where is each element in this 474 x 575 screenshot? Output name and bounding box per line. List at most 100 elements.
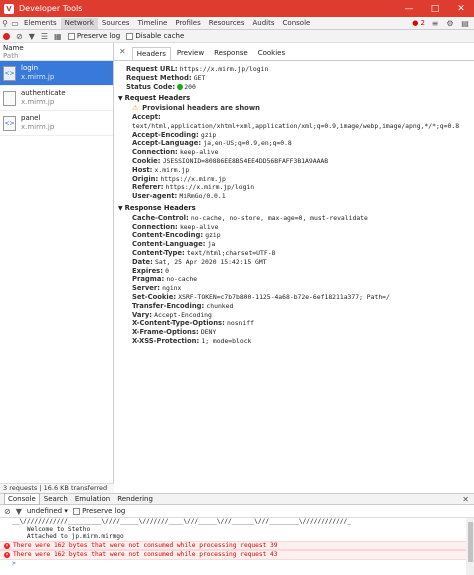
error-count: 2 — [420, 19, 425, 27]
request-host: x.mirm.jp — [21, 73, 55, 81]
console-error-line: × There were 162 bytes that were not cons… — [0, 540, 474, 551]
header-value: https://x.mirm.jp — [160, 174, 226, 183]
tab-timeline[interactable]: Timeline — [134, 18, 172, 29]
console-toolbar: ⊘ ▼ undefined ▾ Preserve log — [0, 505, 474, 518]
request-details: ✕ Headers Preview Response Cookies Reque… — [114, 43, 474, 493]
header-key: Set-Cookie: — [132, 292, 177, 301]
header-value: Sat, 25 Apr 2020 15:42:15 GMT — [154, 257, 267, 266]
scrollbar-thumb[interactable] — [468, 522, 473, 562]
drawer-tab-console[interactable]: Console — [4, 493, 40, 505]
drawer-tab-search[interactable]: Search — [41, 494, 71, 504]
warning-icon: ⚠ — [132, 104, 139, 113]
console-error-text: There were 162 bytes that were not consu… — [13, 541, 278, 549]
console-line: Welcome to Stetho — [12, 525, 91, 533]
header-value: JSESSIONID=80886EE8B54EE4DD56BFAFF3B1A9A… — [162, 156, 329, 165]
header-value: ja,en-US;q=0.9,en;q=0.8 — [203, 139, 292, 148]
header-key: Date: — [132, 257, 153, 266]
request-row-login[interactable]: <> login x.mirm.jp — [0, 61, 113, 86]
context-select[interactable]: undefined ▾ — [27, 507, 68, 515]
header-value: text/html;charset=UTF-8 — [186, 248, 276, 257]
request-headers-section[interactable]: ▼ Request Headers — [118, 94, 474, 104]
request-headers-list: Accept: text/html,application/xhtml+xml,… — [126, 113, 474, 201]
status-code-key: Status Code: — [126, 82, 176, 91]
header-value: https://x.mirm.jp/login — [165, 183, 255, 192]
console-scrollbar[interactable] — [466, 518, 474, 575]
header-row: Vary: Accept-Encoding — [126, 311, 474, 320]
header-row: X-XSS-Protection: 1; mode=block — [126, 337, 474, 346]
request-method-value: GET — [193, 73, 206, 82]
settings-gear-icon[interactable]: ⚙ — [445, 18, 455, 28]
header-value: XSRF-TOKEN=c7b7b800-1125-4a68-b72e-6ef18… — [178, 292, 390, 301]
header-key: Server: — [132, 284, 160, 293]
console-prompt[interactable]: > — [0, 560, 474, 568]
tab-resources[interactable]: Resources — [205, 18, 249, 29]
context-value: undefined — [26, 507, 63, 515]
minimize-icon[interactable]: — — [396, 0, 422, 17]
header-row: Transfer-Encoding: chunked — [126, 302, 474, 311]
window-titlebar: V Developer Tools — □ ✕ — [0, 0, 474, 17]
drawer-tab-emulation[interactable]: Emulation — [72, 494, 113, 504]
header-row: Content-Encoding: gzip — [126, 231, 474, 240]
request-row-panel[interactable]: <> panel x.mirm.jp — [0, 111, 113, 136]
console-drawer-icon[interactable]: ≡ — [430, 18, 440, 28]
clear-icon[interactable]: ⊘ — [16, 32, 23, 41]
console-error-line: × There were 162 bytes that were not cons… — [0, 550, 474, 560]
drawer-tab-rendering[interactable]: Rendering — [114, 494, 156, 504]
filter-icon[interactable]: ▼ — [16, 507, 22, 516]
expand-triangle-icon: ▼ — [118, 204, 123, 212]
header-key: X-Content-Type-Options: — [132, 319, 225, 328]
header-key: Origin: — [132, 174, 159, 183]
header-row: Content-Type: text/html;charset=UTF-8 — [126, 249, 474, 258]
tab-network[interactable]: Network — [60, 17, 98, 29]
close-drawer-icon[interactable]: ✕ — [462, 495, 469, 504]
filter-icon[interactable]: ▼ — [29, 32, 35, 41]
tab-console[interactable]: Console — [279, 18, 315, 29]
maximize-icon[interactable]: □ — [422, 0, 448, 17]
preserve-log-label: Preserve log — [76, 32, 121, 40]
dock-icon[interactable]: ▤ — [460, 18, 470, 28]
disable-cache-checkbox[interactable]: Disable cache — [126, 32, 184, 40]
header-row: Pragma: no-cache — [126, 275, 474, 284]
header-value: ja — [207, 240, 216, 249]
tab-response[interactable]: Response — [210, 47, 252, 60]
view-list-icon[interactable]: ☰ — [41, 32, 48, 41]
console-output[interactable]: __\////////////_________\////_____\/////… — [0, 518, 474, 575]
request-name: authenticate — [21, 89, 66, 97]
inspect-icon[interactable]: ⚲ — [0, 18, 10, 28]
response-headers-section[interactable]: ▼ Response Headers — [118, 204, 474, 214]
error-icon: × — [4, 542, 10, 549]
header-row: Date: Sat, 25 Apr 2020 15:42:15 GMT — [126, 258, 474, 267]
header-row: Referer: https://x.mirm.jp/login — [126, 183, 474, 192]
close-details-icon[interactable]: ✕ — [119, 47, 126, 56]
header-key: User-agent: — [132, 192, 178, 201]
error-badge[interactable]: ● 2 — [412, 19, 425, 27]
header-value: gzip — [205, 231, 221, 240]
tab-elements[interactable]: Elements — [20, 18, 61, 29]
tab-headers[interactable]: Headers — [131, 47, 171, 60]
header-row: Origin: https://x.mirm.jp — [126, 175, 474, 184]
document-icon: <> — [3, 65, 16, 81]
console-preserve-log-checkbox[interactable]: Preserve log — [72, 507, 125, 515]
header-key: Expires: — [132, 266, 163, 275]
tab-sources[interactable]: Sources — [98, 18, 134, 29]
tab-profiles[interactable]: Profiles — [171, 18, 204, 29]
request-list-header[interactable]: Name Path — [0, 43, 113, 61]
tab-preview[interactable]: Preview — [173, 47, 208, 60]
request-name: login — [21, 64, 39, 72]
close-icon[interactable]: ✕ — [448, 0, 474, 17]
view-overview-icon[interactable]: ▦ — [54, 32, 62, 41]
tab-cookies[interactable]: Cookies — [254, 47, 289, 60]
preserve-log-checkbox[interactable]: Preserve log — [67, 32, 121, 40]
header-value: Accept-Encoding — [154, 310, 212, 319]
device-icon[interactable]: ▭ — [10, 18, 20, 28]
record-icon[interactable] — [3, 32, 10, 40]
tab-audits[interactable]: Audits — [249, 18, 279, 29]
column-name: Name — [3, 44, 24, 52]
header-key: X-XSS-Protection: — [132, 336, 200, 345]
document-icon: <> — [3, 115, 16, 131]
header-row: Accept-Encoding: gzip — [126, 131, 474, 140]
header-key: Pragma: — [132, 275, 165, 284]
clear-console-icon[interactable]: ⊘ — [4, 507, 11, 516]
header-key: Accept: — [132, 112, 161, 121]
request-row-authenticate[interactable]: authenticate x.mirm.jp — [0, 86, 113, 111]
